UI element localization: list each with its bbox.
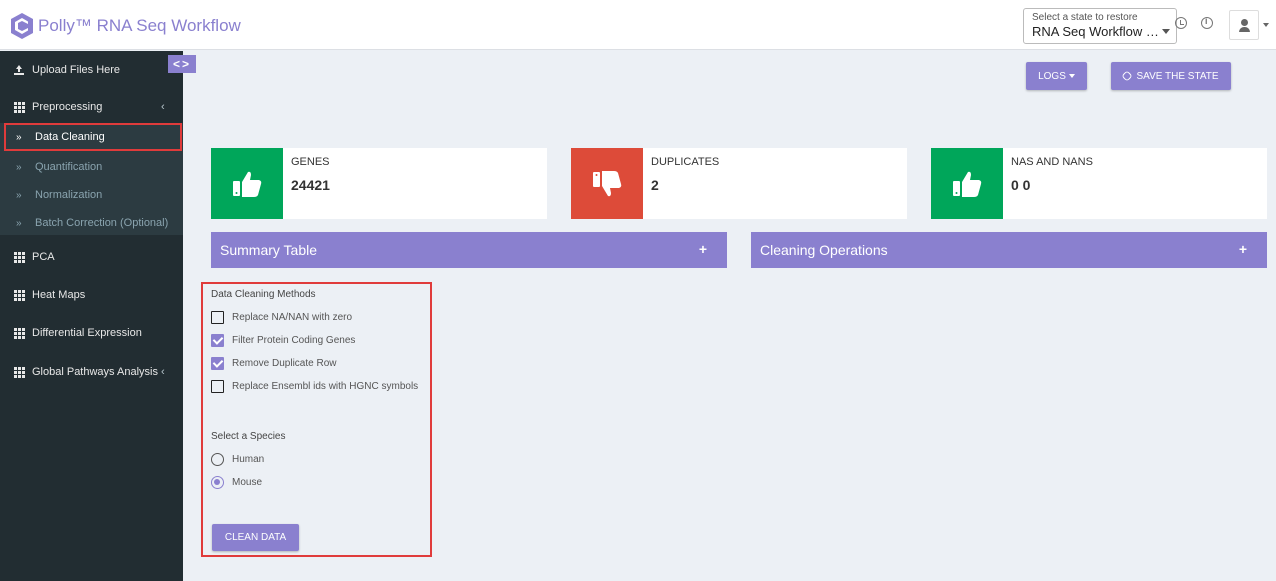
state-restore-label: Select a state to restore (1032, 12, 1138, 23)
info-box-icon-bg (931, 148, 1003, 219)
top-header: Polly™ RNA Seq Workflow Select a state t… (0, 0, 1276, 50)
chevron-left-icon: ‹ (161, 101, 165, 113)
species-mouse[interactable]: Mouse (211, 475, 262, 489)
sidebar-item-label: Preprocessing (32, 101, 103, 113)
sidebar-subitem-label: Batch Correction (Optional) (35, 217, 169, 229)
method-replace-na[interactable]: Replace NA/NAN with zero (211, 310, 352, 324)
radio-label: Human (232, 453, 265, 465)
checkbox[interactable] (211, 379, 224, 393)
sidebar-item-global-pathways[interactable]: Global Pathways Analysis ‹ (0, 358, 183, 386)
checkbox[interactable] (211, 333, 224, 347)
data-cleaning-panel: Data Cleaning Methods Replace NA/NAN wit… (201, 282, 432, 557)
info-box-value: 0 0 (1011, 177, 1031, 193)
user-icon-body (1239, 27, 1250, 32)
sidebar-subitem-quantification[interactable]: » Quantification (0, 153, 183, 181)
thumbs-up-icon (953, 171, 982, 197)
info-box-title: GENES (291, 156, 330, 168)
link-icon (1121, 70, 1134, 82)
app-logo[interactable]: Polly™ RNA Seq Workflow (10, 12, 241, 40)
caret-down-icon (1068, 74, 1075, 78)
sidebar-item-label: Global Pathways Analysis (32, 366, 158, 378)
thumbs-down-icon (593, 170, 622, 196)
chevron-left-icon: ‹ (161, 366, 165, 378)
grid-icon (14, 102, 25, 113)
state-restore-value: RNA Seq Workflow U... (1032, 24, 1160, 39)
sidebar-subitem-label: Normalization (35, 189, 103, 201)
checkbox-label: Replace NA/NAN with zero (232, 311, 353, 323)
info-box-title: DUPLICATES (651, 156, 720, 168)
clean-data-button[interactable]: CLEAN DATA (212, 524, 299, 551)
save-state-label: SAVE THE STATE (1136, 70, 1219, 82)
double-chevron-right-icon: » (16, 217, 22, 229)
radio-button[interactable] (211, 452, 224, 466)
checkbox-label: Replace Ensembl ids with HGNC symbols (232, 380, 419, 392)
info-box-icon-bg (571, 148, 643, 219)
grid-icon (14, 290, 25, 301)
sidebar-item-differential-expression[interactable]: Differential Expression (0, 319, 183, 347)
species-human[interactable]: Human (211, 452, 264, 466)
double-chevron-right-icon: » (16, 189, 22, 201)
grid-icon (14, 328, 25, 339)
sidebar-subitem-normalization[interactable]: » Normalization (0, 181, 183, 209)
sidebar-item-upload[interactable]: Upload Files Here (0, 56, 183, 84)
sidebar-item-label: Heat Maps (32, 289, 86, 301)
double-chevron-right-icon: » (16, 161, 22, 173)
checkbox-label: Remove Duplicate Row (232, 357, 337, 369)
sidebar: Upload Files Here Preprocessing ‹ » Data… (0, 51, 183, 581)
cleaning-operations-title: Cleaning Operations (760, 242, 888, 258)
sidebar-subitem-label: Quantification (35, 161, 103, 173)
preprocessing-submenu: » Data Cleaning » Quantification » Norma… (0, 123, 183, 235)
info-box-genes: GENES 24421 (211, 148, 547, 219)
app-title: Polly™ RNA Seq Workflow (38, 16, 241, 35)
caret-down-icon (1162, 29, 1170, 34)
summary-table-header[interactable]: Summary Table + (211, 232, 727, 268)
sidebar-item-label: PCA (32, 251, 55, 263)
grid-icon (14, 367, 25, 378)
plus-icon[interactable]: + (1239, 241, 1247, 257)
sidebar-item-preprocessing[interactable]: Preprocessing ‹ (0, 93, 183, 121)
info-icon[interactable] (1201, 16, 1213, 29)
sidebar-toggle-button[interactable]: <> (168, 55, 196, 73)
info-box-value: 24421 (291, 177, 330, 193)
upload-icon (14, 65, 24, 75)
polly-logo-icon (11, 13, 33, 39)
thumbs-up-icon (233, 171, 262, 197)
sidebar-item-pca[interactable]: PCA (0, 243, 183, 271)
sidebar-subitem-batch-correction[interactable]: » Batch Correction (Optional) (0, 209, 183, 237)
checkbox[interactable] (211, 310, 224, 324)
logs-button[interactable]: LOGS (1026, 62, 1087, 90)
sidebar-item-heat-maps[interactable]: Heat Maps (0, 281, 183, 309)
sidebar-subitem-data-cleaning[interactable]: » Data Cleaning (4, 123, 182, 151)
cleaning-operations-header[interactable]: Cleaning Operations + (751, 232, 1267, 268)
radio-label: Mouse (232, 476, 263, 488)
sidebar-subitem-label: Data Cleaning (35, 131, 105, 143)
info-box-value: 2 (651, 177, 659, 193)
method-filter-protein-coding[interactable]: Filter Protein Coding Genes (211, 333, 355, 347)
radio-button[interactable] (211, 475, 224, 489)
double-chevron-right-icon: » (16, 131, 22, 143)
summary-table-title: Summary Table (220, 242, 318, 258)
logs-button-label: LOGS (1038, 70, 1066, 82)
grid-icon (14, 252, 25, 263)
sidebar-item-label: Upload Files Here (32, 64, 121, 76)
user-caret-icon[interactable] (1263, 23, 1269, 27)
methods-label: Data Cleaning Methods (211, 289, 316, 300)
checkbox[interactable] (211, 356, 224, 370)
method-remove-duplicate[interactable]: Remove Duplicate Row (211, 356, 337, 370)
sidebar-item-label: Differential Expression (32, 327, 142, 339)
info-box-nas-nans: NAS AND NANS 0 0 (931, 148, 1267, 219)
info-box-icon-bg (211, 148, 283, 219)
info-box-duplicates: DUPLICATES 2 (571, 148, 907, 219)
checkbox-label: Filter Protein Coding Genes (232, 334, 356, 346)
user-icon (1241, 19, 1248, 26)
state-restore-select[interactable]: Select a state to restore RNA Seq Workfl… (1023, 8, 1177, 44)
info-box-title: NAS AND NANS (1011, 156, 1093, 168)
species-label: Select a Species (211, 431, 286, 442)
plus-icon[interactable]: + (699, 241, 707, 257)
user-menu-button[interactable] (1229, 10, 1259, 40)
save-state-button[interactable]: SAVE THE STATE (1111, 62, 1231, 90)
history-icon[interactable] (1175, 17, 1187, 29)
method-replace-ensembl[interactable]: Replace Ensembl ids with HGNC symbols (211, 379, 418, 393)
